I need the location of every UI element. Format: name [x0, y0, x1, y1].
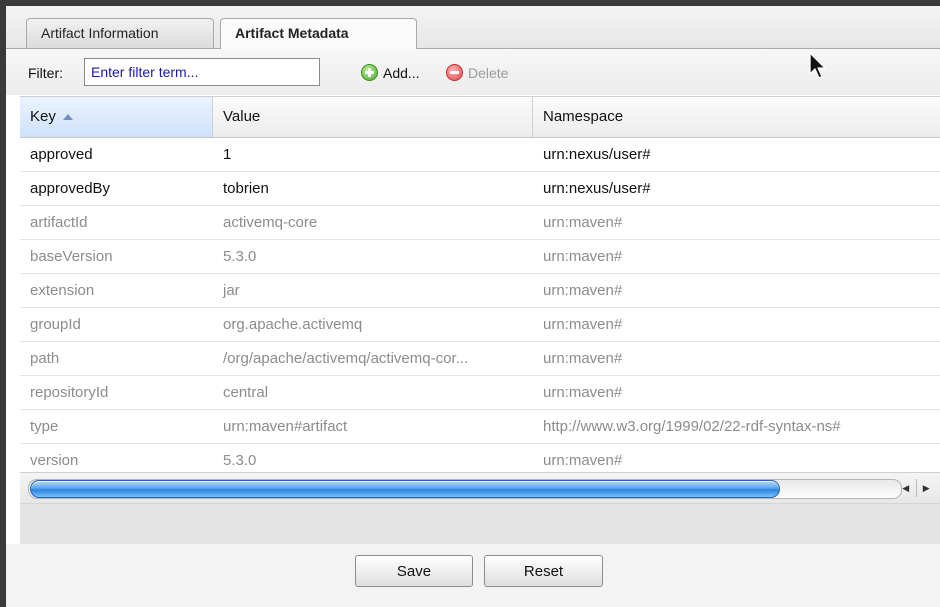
- column-header-key-label: Key: [30, 108, 56, 125]
- table-row[interactable]: path /org/apache/activemq/activemq-cor..…: [20, 342, 940, 376]
- cell-value: 5.3.0: [223, 452, 257, 469]
- cell-value: tobrien: [223, 180, 269, 197]
- cell-namespace: urn:maven#: [543, 452, 623, 469]
- toolbar: Filter: Add... Delete: [6, 49, 940, 95]
- scrollbar-thumb[interactable]: [30, 480, 780, 498]
- scroll-right-arrow-icon[interactable]: ▶: [915, 479, 937, 497]
- tab-bar: Artifact Information Artifact Metadata: [6, 6, 940, 49]
- delete-button-label: Delete: [468, 64, 509, 81]
- column-header-namespace[interactable]: Namespace: [533, 97, 940, 137]
- cell-value: 1: [223, 146, 232, 163]
- metadata-grid: Key Value Namespace approved 1 urn:nexus…: [20, 96, 940, 470]
- cell-key: repositoryId: [30, 384, 109, 401]
- cell-value: activemq-core: [223, 214, 318, 231]
- table-row[interactable]: groupId org.apache.activemq urn:maven#: [20, 308, 940, 342]
- delete-button[interactable]: Delete: [446, 64, 508, 81]
- cell-namespace: urn:nexus/user#: [543, 180, 651, 197]
- cell-namespace: urn:nexus/user#: [543, 146, 651, 163]
- column-header-value[interactable]: Value: [213, 97, 533, 137]
- cell-key: extension: [30, 282, 95, 299]
- cell-value: 5.3.0: [223, 248, 257, 265]
- cell-key: type: [30, 418, 59, 435]
- add-button-label: Add...: [383, 64, 420, 81]
- cell-key: approved: [30, 146, 93, 163]
- filter-input[interactable]: [84, 58, 320, 86]
- cell-namespace: urn:maven#: [543, 282, 623, 299]
- cell-namespace: http://www.w3.org/1999/02/22-rdf-syntax-…: [543, 418, 841, 435]
- table-row[interactable]: repositoryId central urn:maven#: [20, 376, 940, 410]
- cell-key: approvedBy: [30, 180, 111, 197]
- cell-key: version: [30, 452, 79, 469]
- cell-key: path: [30, 350, 60, 367]
- tab-artifact-metadata[interactable]: Artifact Metadata: [220, 18, 417, 49]
- table-row[interactable]: artifactId activemq-core urn:maven#: [20, 206, 940, 240]
- cell-key: baseVersion: [30, 248, 113, 265]
- cell-value: org.apache.activemq: [223, 316, 363, 333]
- delete-icon: [446, 64, 463, 81]
- scrollbar-arrows: ◀ ▶: [896, 479, 936, 497]
- table-row[interactable]: approved 1 urn:nexus/user#: [20, 138, 940, 172]
- cell-namespace: urn:maven#: [543, 214, 623, 231]
- sort-ascending-icon: [62, 114, 73, 121]
- grid-footer-bar: [20, 503, 940, 545]
- table-row[interactable]: extension jar urn:maven#: [20, 274, 940, 308]
- cell-value: /org/apache/activemq/activemq-cor...: [223, 350, 469, 367]
- tab-artifact-information[interactable]: Artifact Information: [26, 18, 214, 48]
- button-bar: Save Reset: [6, 544, 940, 607]
- table-row[interactable]: baseVersion 5.3.0 urn:maven#: [20, 240, 940, 274]
- scroll-left-arrow-icon[interactable]: ◀: [896, 479, 916, 497]
- horizontal-scrollbar[interactable]: ◀ ▶: [20, 472, 940, 503]
- save-button[interactable]: Save: [355, 555, 473, 587]
- cell-key: artifactId: [30, 214, 88, 231]
- cell-value: central: [223, 384, 269, 401]
- cell-namespace: urn:maven#: [543, 384, 623, 401]
- mouse-pointer-icon: [809, 52, 826, 79]
- column-header-key[interactable]: Key: [20, 97, 213, 137]
- reset-button[interactable]: Reset: [484, 555, 603, 587]
- cell-namespace: urn:maven#: [543, 350, 623, 367]
- table-row[interactable]: version 5.3.0 urn:maven#: [20, 444, 940, 470]
- cell-namespace: urn:maven#: [543, 316, 623, 333]
- cell-value: urn:maven#artifact: [223, 418, 348, 435]
- table-row[interactable]: type urn:maven#artifact http://www.w3.or…: [20, 410, 940, 444]
- grid-header: Key Value Namespace: [20, 96, 940, 138]
- add-icon: [361, 64, 378, 81]
- add-button[interactable]: Add...: [361, 64, 420, 81]
- table-row[interactable]: approvedBy tobrien urn:nexus/user#: [20, 172, 940, 206]
- cell-namespace: urn:maven#: [543, 248, 623, 265]
- cell-value: jar: [223, 282, 240, 299]
- cell-key: groupId: [30, 316, 81, 333]
- filter-label: Filter:: [28, 65, 63, 81]
